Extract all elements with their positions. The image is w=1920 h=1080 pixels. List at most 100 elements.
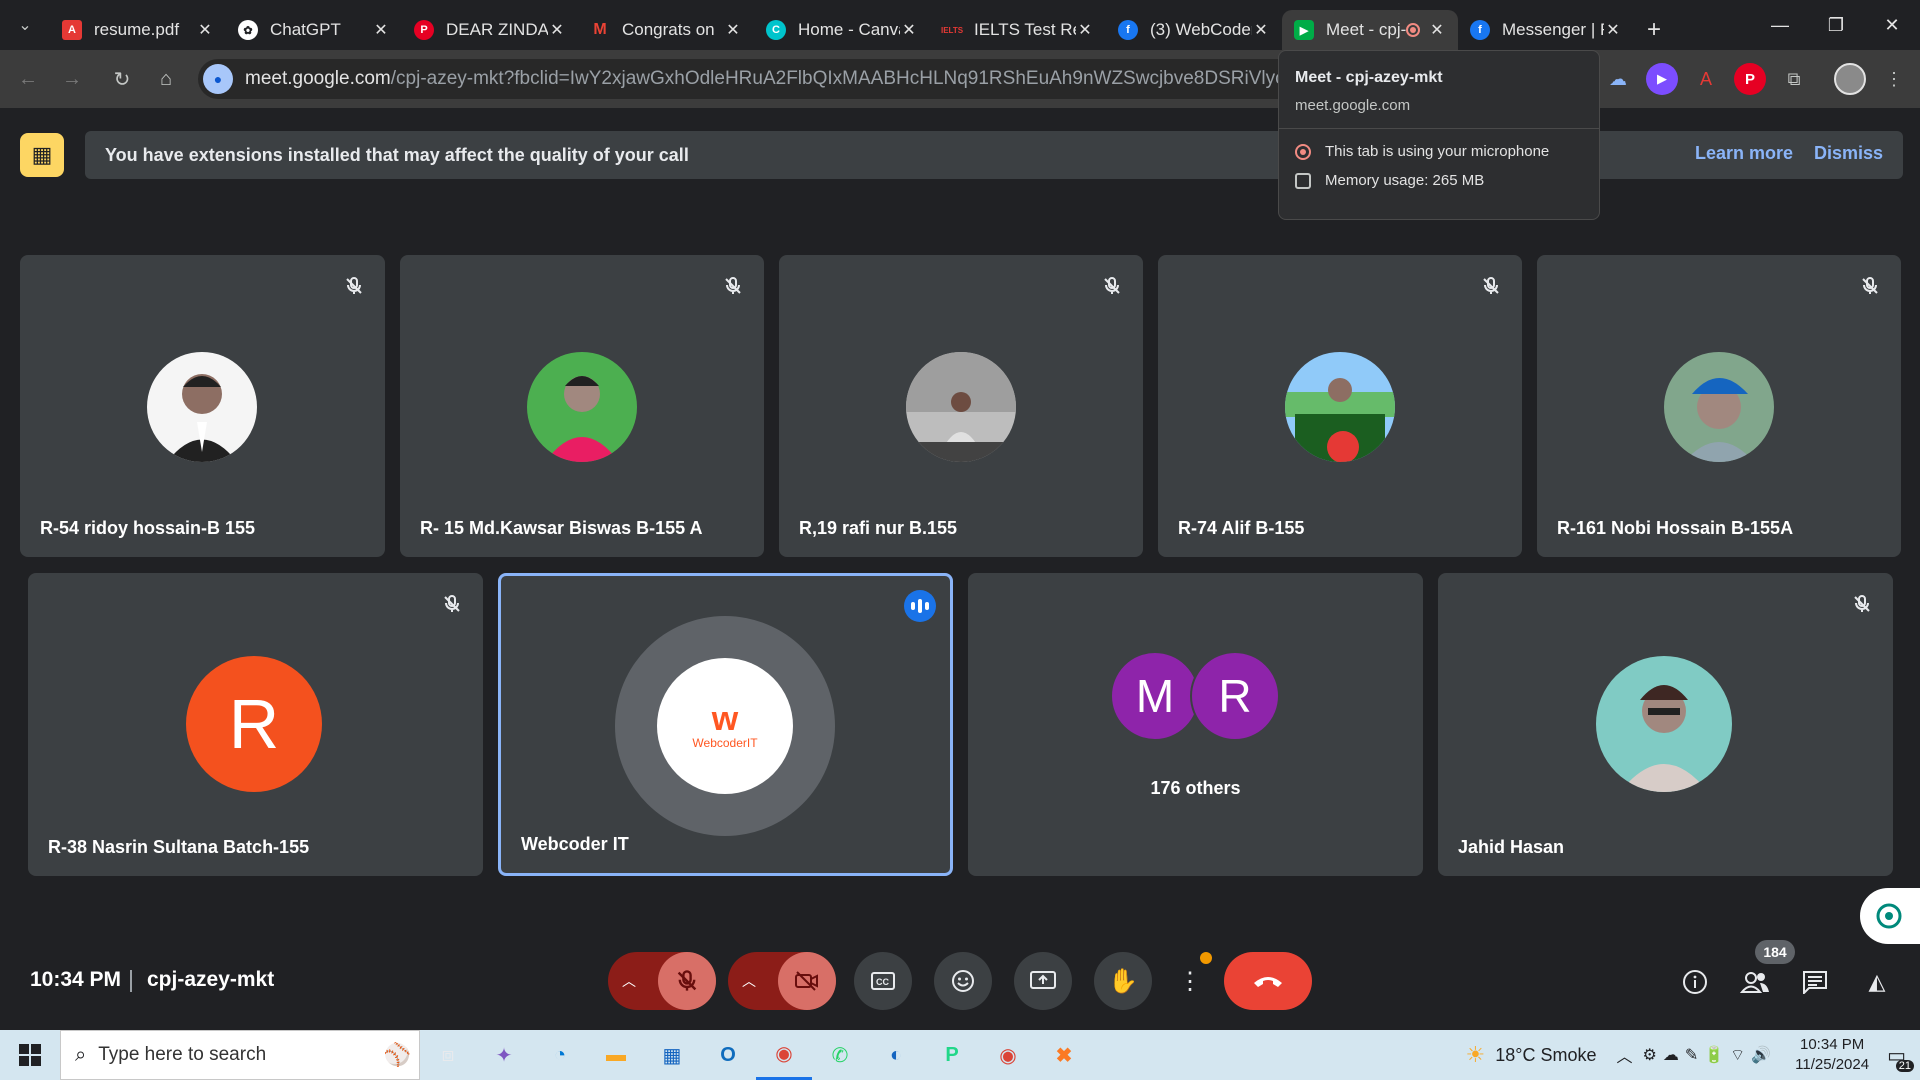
meeting-details-button[interactable]: [1673, 960, 1717, 1004]
participant-name: R-54 ridoy hossain-B 155: [40, 518, 256, 538]
task-view-icon[interactable]: ⧈: [420, 1030, 476, 1080]
extensions-puzzle-icon[interactable]: ⧉: [1778, 63, 1810, 95]
profile-avatar[interactable]: [1834, 63, 1866, 95]
participant-tile[interactable]: R-74 Alif B-155: [1158, 255, 1522, 557]
chevron-up-icon[interactable]: ︿: [742, 971, 756, 991]
notifications-icon[interactable]: ▭ 21: [1887, 1043, 1914, 1072]
cloud-icon[interactable]: ☁: [1602, 63, 1634, 95]
pdf-icon[interactable]: A: [1690, 63, 1722, 95]
clock[interactable]: 10:34 PM 11/25/2024: [1795, 1035, 1869, 1075]
pinterest-icon[interactable]: P: [1734, 63, 1766, 95]
divider: [130, 970, 132, 992]
close-icon[interactable]: ✕: [196, 20, 214, 40]
memory-usage-text: Memory usage: 265 MB: [1325, 172, 1485, 189]
minimize-icon[interactable]: —: [1752, 0, 1808, 50]
logo-text: WebcoderIT: [692, 736, 758, 750]
tab-chatgpt[interactable]: ✿ ChatGPT ✕: [226, 10, 402, 50]
close-icon[interactable]: ✕: [548, 20, 566, 40]
tab-search-icon[interactable]: ⌄: [0, 0, 50, 50]
app-icon[interactable]: ◐: [868, 1030, 924, 1080]
banner-message: You have extensions installed that may a…: [105, 144, 689, 165]
close-icon[interactable]: ✕: [724, 20, 742, 40]
activities-button[interactable]: ◭: [1855, 960, 1899, 1004]
tab-gmail[interactable]: M Congrats on ✕: [578, 10, 754, 50]
camera-toggle-button[interactable]: [778, 952, 836, 1010]
windows-start-icon[interactable]: [0, 1030, 60, 1080]
tab-title: ChatGPT: [270, 20, 341, 39]
back-icon[interactable]: ←: [6, 57, 50, 101]
microsoft-store-icon[interactable]: ▦: [644, 1030, 700, 1080]
address-bar[interactable]: ● meet.google.com /cpj-azey-mkt?fbclid=I…: [198, 59, 1418, 99]
restore-icon[interactable]: ❐: [1808, 0, 1864, 50]
show-hidden-icons-icon[interactable]: ︿: [1616, 1043, 1632, 1067]
home-icon[interactable]: ⌂: [144, 57, 188, 101]
pinterest-icon: P: [414, 20, 434, 40]
tab-webcoder-facebook[interactable]: f (3) WebCoder ✕: [1106, 10, 1282, 50]
leave-call-button[interactable]: [1224, 952, 1312, 1010]
camera-options-button[interactable]: ︿: [728, 952, 836, 1010]
tab-meet[interactable]: ▶ Meet - cpj-azey-mkt ✕: [1282, 10, 1458, 50]
recording-icon: [1406, 23, 1420, 37]
participant-tile[interactable]: R,19 rafi nur B.155: [779, 255, 1143, 557]
close-icon[interactable]: ✕: [1252, 20, 1270, 40]
others-tile[interactable]: M R 176 others: [968, 573, 1423, 876]
participant-tile[interactable]: R R-38 Nasrin Sultana Batch-155: [28, 573, 483, 876]
weather-text[interactable]: 18°C Smoke: [1495, 1045, 1596, 1066]
gemini-button[interactable]: [1860, 888, 1920, 944]
copilot-icon[interactable]: ✦: [476, 1030, 532, 1080]
participant-tile[interactable]: Jahid Hasan: [1438, 573, 1893, 876]
tab-hover-card: Meet - cpj-azey-mkt meet.google.com This…: [1278, 50, 1600, 220]
participant-name: R-74 Alif B-155: [1178, 518, 1305, 538]
tab-messenger[interactable]: f Messenger | Facebook ✕: [1458, 10, 1634, 50]
tab-ielts[interactable]: IELTS IELTS Test Report ✕: [930, 10, 1106, 50]
dismiss-button[interactable]: Dismiss: [1814, 143, 1883, 164]
people-button[interactable]: [1733, 960, 1777, 1004]
close-icon[interactable]: ✕: [1428, 20, 1446, 40]
avatar-m: M: [1110, 651, 1200, 741]
search-placeholder: Type here to search: [98, 1044, 267, 1065]
raise-hand-button[interactable]: ✋: [1094, 952, 1152, 1010]
outlook-icon[interactable]: O: [700, 1030, 756, 1080]
tab-pinterest[interactable]: P DEAR ZINDAGI ✕: [402, 10, 578, 50]
xampp-icon[interactable]: ✖: [1036, 1030, 1092, 1080]
tab-resume[interactable]: A resume.pdf ✕: [50, 10, 226, 50]
more-options-button[interactable]: ⋮: [1168, 952, 1212, 1010]
close-icon[interactable]: ✕: [1076, 20, 1094, 40]
present-button[interactable]: [1014, 952, 1072, 1010]
info-icon: [1683, 970, 1707, 994]
reload-icon[interactable]: ↻: [100, 57, 144, 101]
tray-icons[interactable]: ⚙☁✎🔋⌔🔊: [1642, 1045, 1777, 1065]
weather-icon[interactable]: ☀: [1465, 1042, 1485, 1068]
tab-title: DEAR ZINDAGI: [446, 20, 548, 39]
media-play-icon[interactable]: ▶: [1646, 63, 1678, 95]
chrome-profile-icon[interactable]: ◉: [980, 1030, 1036, 1080]
microphone-in-use-icon[interactable]: ●: [203, 64, 233, 94]
participant-tile-active-speaker[interactable]: w WebcoderIT Webcoder IT: [498, 573, 953, 876]
forward-icon[interactable]: →: [50, 57, 94, 101]
whatsapp-icon[interactable]: ✆: [812, 1030, 868, 1080]
mic-options-button[interactable]: ︿: [608, 952, 716, 1010]
chevron-up-icon[interactable]: ︿: [622, 971, 636, 991]
edge-icon[interactable]: ◔: [532, 1030, 588, 1080]
participant-tile[interactable]: R- 15 Md.Kawsar Biswas B-155 A: [400, 255, 764, 557]
captions-button[interactable]: CC: [854, 952, 912, 1010]
close-icon[interactable]: ✕: [900, 20, 918, 40]
mic-toggle-button[interactable]: [658, 952, 716, 1010]
menu-kebab-icon[interactable]: ⋮: [1878, 63, 1910, 95]
tab-title: (3) WebCoder: [1150, 20, 1252, 39]
pycharm-icon[interactable]: P: [924, 1030, 980, 1080]
new-tab-button[interactable]: +: [1634, 10, 1674, 50]
participant-tile[interactable]: R-161 Nobi Hossain B-155A: [1537, 255, 1901, 557]
chrome-icon[interactable]: ◉: [756, 1030, 812, 1080]
close-icon[interactable]: ✕: [372, 20, 390, 40]
close-window-icon[interactable]: ✕: [1864, 0, 1920, 50]
learn-more-link[interactable]: Learn more: [1695, 143, 1793, 164]
reactions-button[interactable]: [934, 952, 992, 1010]
taskbar-search-box[interactable]: ⌕ Type here to search ⚾: [60, 1030, 420, 1080]
tab-canva[interactable]: C Home - Canva ✕: [754, 10, 930, 50]
close-icon[interactable]: ✕: [1604, 20, 1622, 40]
file-explorer-icon[interactable]: ▬: [588, 1030, 644, 1080]
chat-button[interactable]: [1793, 960, 1837, 1004]
participant-tile[interactable]: R-54 ridoy hossain-B 155: [20, 255, 385, 557]
url-host: meet.google.com: [245, 68, 391, 89]
